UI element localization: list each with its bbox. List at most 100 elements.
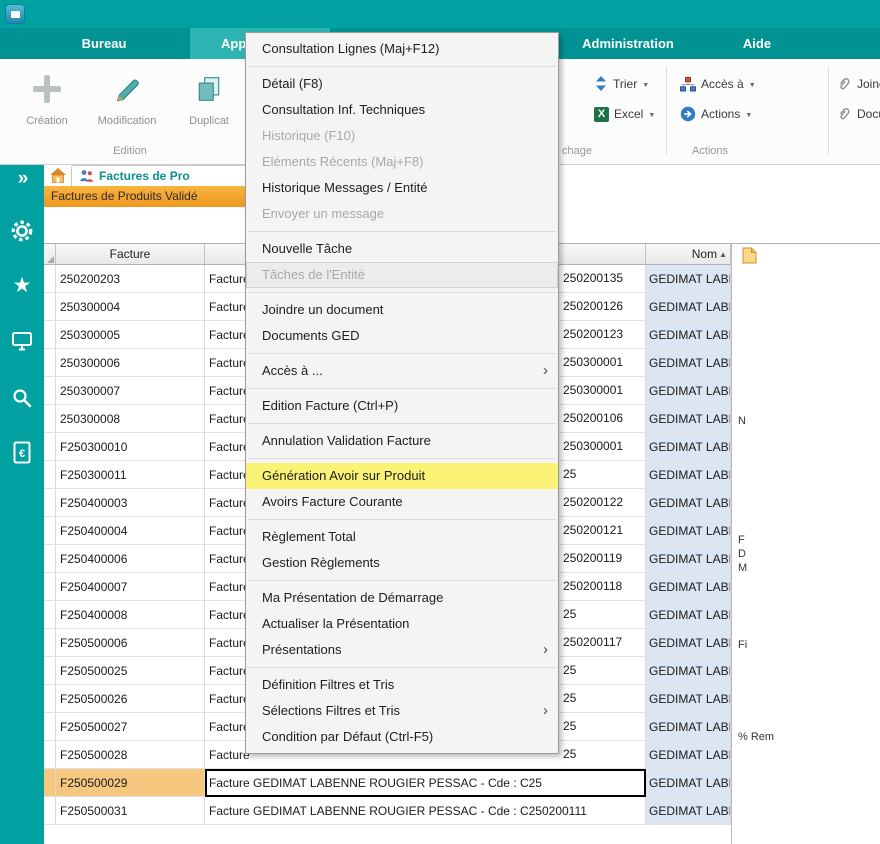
creation-button[interactable]: Création bbox=[8, 65, 86, 145]
facture-cell[interactable]: 250300004 bbox=[56, 293, 205, 321]
nom-cell[interactable]: GEDIMAT LABENNE bbox=[646, 293, 731, 321]
row-marker-cell[interactable] bbox=[44, 461, 56, 489]
column-header-facture[interactable]: Facture bbox=[56, 244, 205, 264]
menu-item[interactable]: Consultation Inf. Techniques bbox=[246, 97, 558, 123]
table-row[interactable]: F250500031Facture GEDIMAT LABENNE ROUGIE… bbox=[44, 797, 731, 825]
menu-tab-bureau[interactable]: Bureau bbox=[58, 28, 150, 59]
collapse-chevrons-icon[interactable]: » bbox=[0, 169, 44, 189]
menu-item[interactable]: Documents GED bbox=[246, 323, 558, 349]
nom-cell[interactable]: GEDIMAT LABENNE bbox=[646, 769, 731, 797]
row-marker-cell[interactable] bbox=[44, 321, 56, 349]
facture-cell[interactable]: F250400003 bbox=[56, 489, 205, 517]
row-marker-cell[interactable] bbox=[44, 405, 56, 433]
menu-item[interactable]: Gestion Règlements bbox=[246, 550, 558, 576]
menu-item[interactable]: Condition par Défaut (Ctrl-F5) bbox=[246, 724, 558, 750]
monitor-icon[interactable] bbox=[0, 331, 44, 356]
menu-item[interactable]: Historique Messages / Entité bbox=[246, 175, 558, 201]
menu-item[interactable]: Ma Présentation de Démarrage bbox=[246, 585, 558, 611]
menu-item[interactable]: Règlement Total bbox=[246, 524, 558, 550]
facture-cell[interactable]: F250300011 bbox=[56, 461, 205, 489]
actions-button[interactable]: Actions ▼ bbox=[680, 102, 752, 126]
row-marker-cell[interactable] bbox=[44, 601, 56, 629]
acces-a-button[interactable]: Accès à ▼ bbox=[680, 72, 756, 96]
nom-cell[interactable]: GEDIMAT LABENNE bbox=[646, 349, 731, 377]
facture-cell[interactable]: F250300010 bbox=[56, 433, 205, 461]
facture-cell[interactable]: F250500031 bbox=[56, 797, 205, 825]
excel-button[interactable]: X Excel ▼ bbox=[594, 102, 655, 126]
menu-item[interactable]: Définition Filtres et Tris bbox=[246, 672, 558, 698]
row-marker-cell[interactable] bbox=[44, 657, 56, 685]
menu-item[interactable]: Edition Facture (Ctrl+P) bbox=[246, 393, 558, 419]
corner-select-all-cell[interactable] bbox=[44, 244, 56, 264]
row-marker-cell[interactable] bbox=[44, 265, 56, 293]
row-marker-cell[interactable] bbox=[44, 545, 56, 573]
menu-item[interactable]: Présentations› bbox=[246, 637, 558, 663]
row-marker-cell[interactable] bbox=[44, 629, 56, 657]
nom-cell[interactable]: GEDIMAT LABENNE bbox=[646, 517, 731, 545]
menu-item[interactable]: Génération Avoir sur Produit bbox=[246, 463, 558, 489]
menu-item[interactable]: Avoirs Facture Courante bbox=[246, 489, 558, 515]
facture-cell[interactable]: 250200203 bbox=[56, 265, 205, 293]
documents-button[interactable]: Docu bbox=[836, 102, 880, 126]
table-row[interactable]: F250500029Facture GEDIMAT LABENNE ROUGIE… bbox=[44, 769, 731, 797]
row-marker-cell[interactable] bbox=[44, 573, 56, 601]
search-icon[interactable] bbox=[0, 387, 44, 414]
facture-cell[interactable]: F250500026 bbox=[56, 685, 205, 713]
nom-cell[interactable]: GEDIMAT LABENNE bbox=[646, 685, 731, 713]
nom-cell[interactable]: GEDIMAT LABENNE bbox=[646, 713, 731, 741]
facture-cell[interactable]: 250300005 bbox=[56, 321, 205, 349]
row-marker-cell[interactable] bbox=[44, 377, 56, 405]
facture-cell[interactable]: 250300006 bbox=[56, 349, 205, 377]
facture-cell[interactable]: F250500028 bbox=[56, 741, 205, 769]
facture-cell[interactable]: F250500006 bbox=[56, 629, 205, 657]
menu-item[interactable]: Accès à ...› bbox=[246, 358, 558, 384]
nom-cell[interactable]: GEDIMAT LABENNE bbox=[646, 601, 731, 629]
row-marker-cell[interactable] bbox=[44, 797, 56, 825]
menu-item[interactable]: Sélections Filtres et Tris› bbox=[246, 698, 558, 724]
menu-item[interactable]: Détail (F8) bbox=[246, 71, 558, 97]
nom-cell[interactable]: GEDIMAT LABENNE bbox=[646, 405, 731, 433]
modification-button[interactable]: Modification bbox=[88, 65, 166, 145]
nom-cell[interactable]: GEDIMAT LABENNE bbox=[646, 265, 731, 293]
menu-item[interactable]: Actualiser la Présentation bbox=[246, 611, 558, 637]
nom-cell[interactable]: GEDIMAT LABENNE bbox=[646, 545, 731, 573]
nom-cell[interactable]: GEDIMAT LABENNE bbox=[646, 629, 731, 657]
menu-tab-aide[interactable]: Aide bbox=[727, 28, 787, 59]
nom-cell[interactable]: GEDIMAT LABENNE bbox=[646, 741, 731, 769]
libelle-cell[interactable]: Facture GEDIMAT LABENNE ROUGIER PESSAC -… bbox=[205, 769, 646, 797]
nom-cell[interactable]: GEDIMAT LABENNE bbox=[646, 797, 731, 825]
facture-cell[interactable]: F250500025 bbox=[56, 657, 205, 685]
row-marker-cell[interactable] bbox=[44, 293, 56, 321]
row-marker-cell[interactable] bbox=[44, 433, 56, 461]
facture-cell[interactable]: F250500029 bbox=[56, 769, 205, 797]
nom-cell[interactable]: GEDIMAT LABENNE bbox=[646, 573, 731, 601]
nom-cell[interactable]: GEDIMAT LABENNE bbox=[646, 433, 731, 461]
row-marker-cell[interactable] bbox=[44, 741, 56, 769]
gear-icon[interactable] bbox=[0, 219, 44, 248]
facture-cell[interactable]: F250400004 bbox=[56, 517, 205, 545]
menu-item[interactable]: Joindre un document bbox=[246, 297, 558, 323]
libelle-cell[interactable]: Facture GEDIMAT LABENNE ROUGIER PESSAC -… bbox=[205, 797, 646, 825]
star-icon[interactable]: ★ bbox=[0, 275, 44, 297]
facture-cell[interactable]: F250400008 bbox=[56, 601, 205, 629]
row-marker-cell[interactable] bbox=[44, 769, 56, 797]
trier-button[interactable]: Trier ▼ bbox=[594, 72, 649, 96]
menu-tab-administration[interactable]: Administration bbox=[563, 28, 693, 59]
row-marker-cell[interactable] bbox=[44, 685, 56, 713]
row-marker-cell[interactable] bbox=[44, 349, 56, 377]
duplication-button[interactable]: Duplicat bbox=[170, 65, 248, 145]
joindre-button[interactable]: Joind bbox=[836, 72, 880, 96]
menu-item[interactable]: Annulation Validation Facture bbox=[246, 428, 558, 454]
menu-item[interactable]: Nouvelle Tâche bbox=[246, 236, 558, 262]
nom-cell[interactable]: GEDIMAT LABENNE bbox=[646, 377, 731, 405]
column-header-nom[interactable]: Nom ▲ bbox=[646, 244, 731, 264]
facture-cell[interactable]: F250400007 bbox=[56, 573, 205, 601]
nom-cell[interactable]: GEDIMAT LABENNE bbox=[646, 321, 731, 349]
menu-item[interactable]: Consultation Lignes (Maj+F12) bbox=[246, 36, 558, 62]
row-marker-cell[interactable] bbox=[44, 713, 56, 741]
nom-cell[interactable]: GEDIMAT LABENNE bbox=[646, 657, 731, 685]
facture-cell[interactable]: 250300008 bbox=[56, 405, 205, 433]
facture-cell[interactable]: F250500027 bbox=[56, 713, 205, 741]
row-marker-cell[interactable] bbox=[44, 489, 56, 517]
facture-cell[interactable]: 250300007 bbox=[56, 377, 205, 405]
